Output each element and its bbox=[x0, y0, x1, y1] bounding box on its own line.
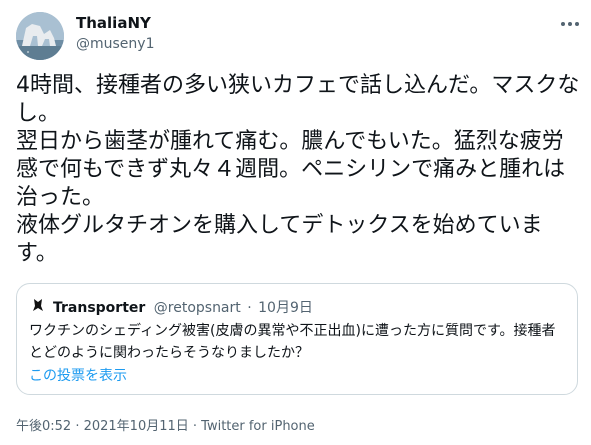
more-horizontal-icon bbox=[561, 22, 579, 26]
tweet-text: 4時間、接種者の多い狭いカフェで話し込んだ。マスクなし。 翌日から歯茎が腫れて痛… bbox=[16, 72, 584, 268]
tweet-paragraph-2: 翌日から歯茎が腫れて痛む。膿んでもいた。猛烈な疲労感で何もできず丸々４週間。ペニ… bbox=[16, 129, 566, 210]
quote-date: 10月9日 bbox=[258, 300, 313, 316]
quoted-tweet-card[interactable]: Transporter @retopsnart · 10月9日 ワクチンのシェデ… bbox=[16, 283, 578, 395]
tweet-paragraph-3: 液体グルタチオンを購入してデトックスを始めています。 bbox=[16, 213, 543, 266]
tweet-timestamp[interactable]: 午後0:52 · 2021年10月11日 · Twitter for iPhon… bbox=[16, 415, 315, 434]
quote-author-handle: @retopsnart bbox=[153, 300, 241, 316]
more-options-button[interactable] bbox=[558, 16, 582, 32]
quote-author-name: Transporter bbox=[53, 300, 146, 316]
quote-header: Transporter @retopsnart · 10月9日 bbox=[53, 297, 313, 317]
avatar-image-icon bbox=[16, 12, 64, 60]
author-avatar[interactable] bbox=[16, 12, 64, 60]
quote-avatar-icon bbox=[29, 296, 47, 314]
quote-author-avatar bbox=[29, 296, 47, 314]
author-handle[interactable]: @museny1 bbox=[76, 36, 154, 52]
tweet-paragraph-1: 4時間、接種者の多い狭いカフェで話し込んだ。マスクなし。 bbox=[16, 73, 580, 126]
author-display-name[interactable]: ThaliaNY bbox=[76, 14, 151, 32]
quote-text: ワクチンのシェディング被害(皮膚の異常や不正出血)に遭った方に質問です。接種者と… bbox=[29, 323, 556, 361]
show-poll-link[interactable]: この投票を表示 bbox=[29, 365, 127, 385]
quote-separator: · bbox=[247, 300, 252, 316]
